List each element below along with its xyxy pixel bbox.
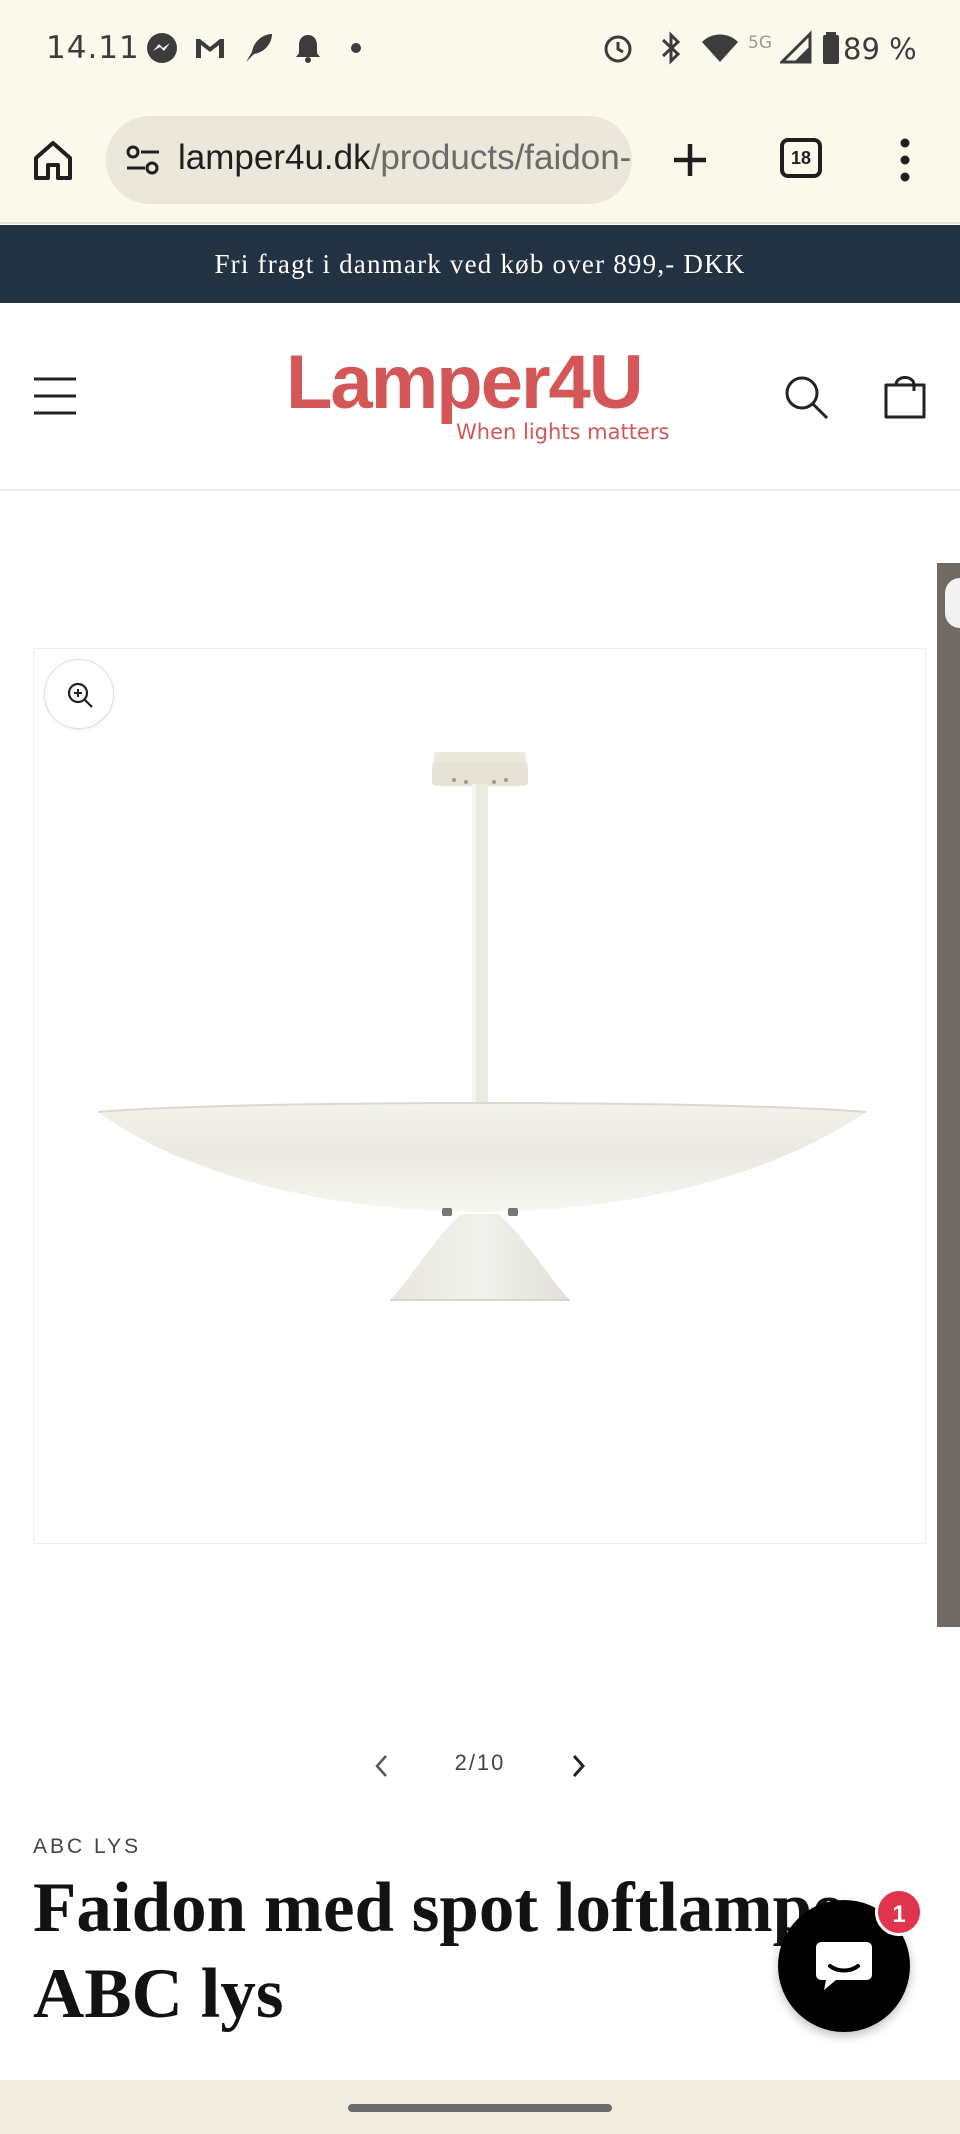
gmail-icon [196, 39, 224, 58]
gesture-handle[interactable] [348, 2104, 612, 2112]
chat-bubble-icon [816, 1942, 872, 1990]
site-settings-icon[interactable] [124, 142, 162, 178]
next-slide-icon[interactable] [566, 1752, 590, 1780]
product-vendor: ABC LYS [33, 1835, 142, 1858]
search-icon[interactable] [782, 373, 830, 421]
site-logo[interactable]: Lamper4U When lights matters [286, 340, 670, 445]
browser-toolbar: lamper4u.dk/products/faidon-med-spot-lof… [0, 100, 960, 224]
chat-unread-badge: 1 [875, 1888, 923, 1936]
announcement-bar: Fri fragt i danmark ved køb over 899,- D… [0, 225, 960, 303]
more-menu-icon[interactable] [890, 136, 920, 184]
bell-icon [296, 35, 320, 63]
new-tab-icon[interactable] [668, 138, 712, 182]
url-text[interactable]: lamper4u.dk/products/faidon-med-spot-lof… [178, 138, 632, 178]
cart-icon[interactable] [882, 371, 928, 421]
logo-wordmark: Lamper4U [286, 340, 644, 425]
system-nav-bar [0, 2080, 960, 2134]
feather-icon [246, 34, 272, 62]
next-slide-peek[interactable] [937, 563, 960, 1627]
zoom-button[interactable] [44, 659, 114, 729]
bluetooth-icon [661, 31, 681, 65]
home-icon[interactable] [32, 138, 74, 182]
battery-percent: 89 % [843, 32, 917, 66]
status-bar: 14.11 5G 89 % [0, 0, 960, 100]
url-path: /products/faidon-med-spot-loftlampe-abc-… [370, 138, 632, 177]
next-slide-button-peek[interactable] [945, 578, 960, 628]
messenger-icon [147, 33, 177, 63]
dot-icon [351, 43, 361, 53]
cell-signal-icon [780, 30, 812, 64]
menu-icon[interactable] [32, 373, 78, 419]
alarm-icon [604, 35, 632, 63]
tab-switcher-button[interactable]: 18 [780, 138, 822, 178]
slide-counter: 2/10 [454, 1750, 506, 1775]
url-domain: lamper4u.dk [178, 138, 371, 177]
zoom-in-icon [67, 682, 93, 708]
address-bar[interactable]: lamper4u.dk/products/faidon-med-spot-lof… [106, 116, 632, 204]
logo-tagline: When lights matters [456, 420, 670, 444]
network-type: 5G [748, 33, 772, 53]
battery-icon [823, 32, 839, 64]
status-time: 14.11 [46, 30, 140, 66]
slider-controls: 2/10 [360, 1740, 600, 1790]
product-image[interactable] [90, 740, 870, 1310]
wifi-icon [702, 34, 738, 62]
site-header: Lamper4U When lights matters [0, 303, 960, 491]
